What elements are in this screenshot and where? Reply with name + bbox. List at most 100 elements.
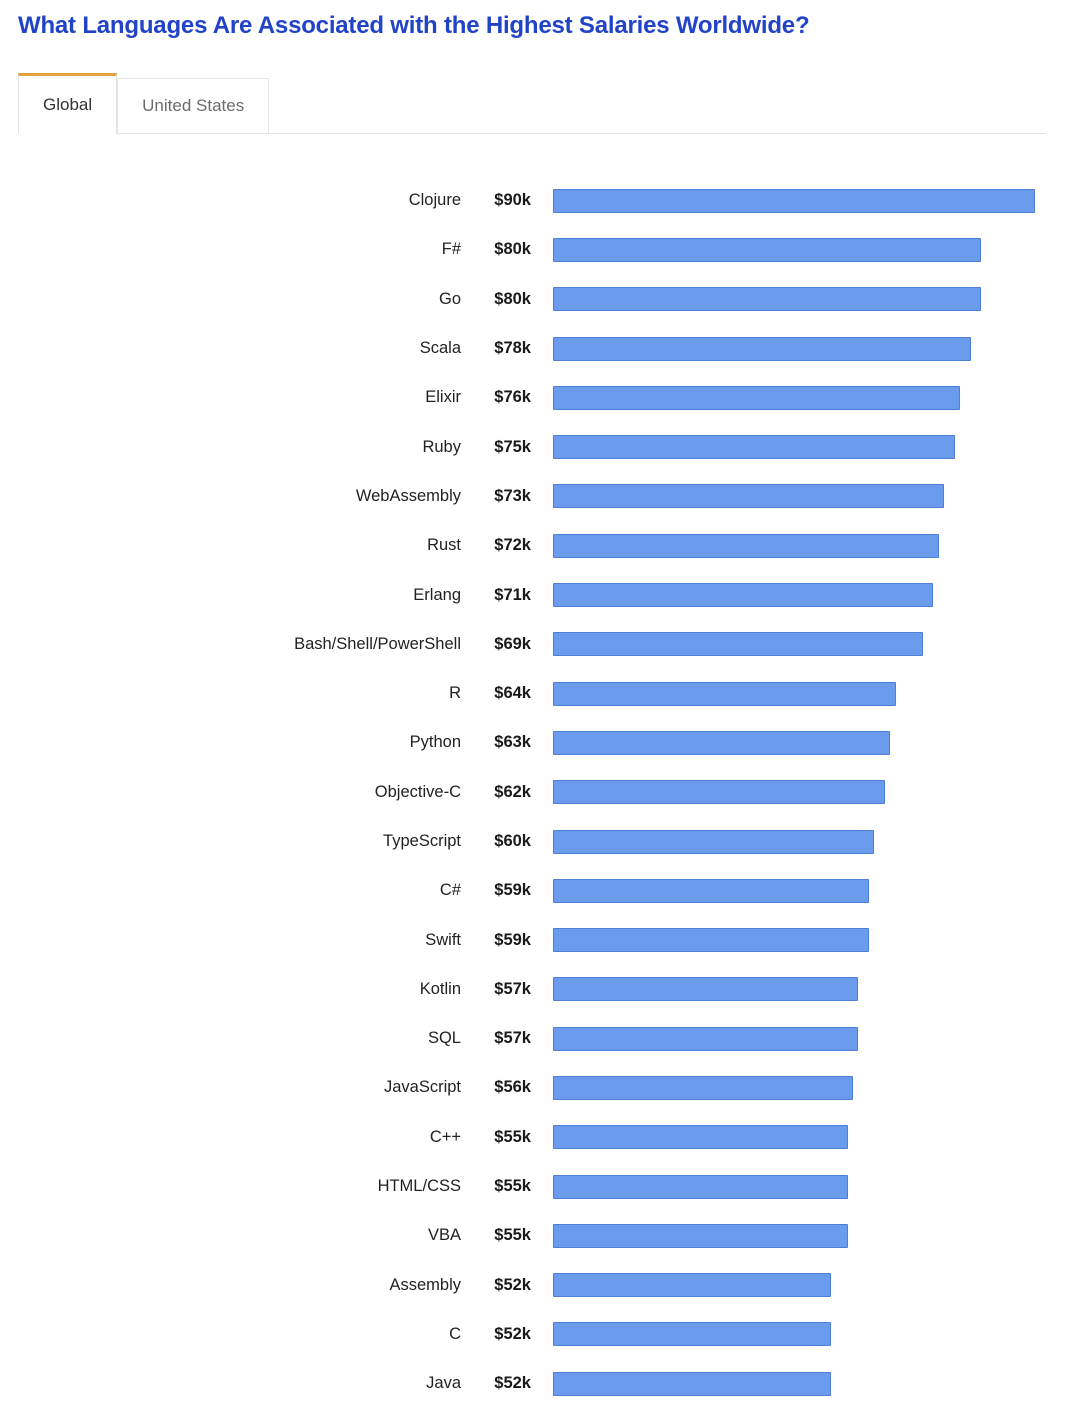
bar[interactable]: [553, 1174, 848, 1199]
category-label: C#: [439, 881, 461, 900]
bar[interactable]: [553, 237, 982, 262]
bar-track: [553, 730, 1080, 755]
bar[interactable]: [553, 1223, 848, 1248]
value-label: $55k: [494, 1226, 531, 1245]
category-label: Python: [409, 733, 461, 752]
bar[interactable]: [553, 829, 875, 854]
category-label: Scala: [419, 339, 461, 358]
chart-row: Elixir $76k: [0, 373, 1080, 422]
chart-row: HTML/CSS $55k: [0, 1162, 1080, 1211]
bar[interactable]: [553, 287, 982, 312]
category-label: TypeScript: [383, 832, 461, 850]
chart-row: C++ $55k: [0, 1113, 1080, 1162]
bar-track: [553, 1371, 1080, 1396]
bar-track: [553, 435, 1080, 460]
bar[interactable]: [553, 780, 886, 805]
chart-row: Assembly $52k: [0, 1261, 1080, 1310]
bar-track: [553, 1026, 1080, 1051]
bar[interactable]: [553, 878, 869, 903]
chart-row: C $52k: [0, 1310, 1080, 1359]
chart-row: Ruby $75k: [0, 422, 1080, 471]
chart-row: Rust $72k: [0, 521, 1080, 570]
chart-row: WebAssembly $73k: [0, 472, 1080, 521]
bar-track: [553, 780, 1080, 805]
chart-row: TypeScript $60k: [0, 817, 1080, 866]
category-label: Bash/Shell/PowerShell: [294, 634, 461, 653]
category-label: C: [449, 1324, 461, 1343]
value-label: $80k: [494, 289, 531, 308]
category-label: R: [449, 684, 461, 703]
bar[interactable]: [553, 1273, 832, 1298]
value-label: $52k: [494, 1275, 531, 1294]
bar[interactable]: [553, 188, 1035, 213]
value-label: $76k: [494, 388, 531, 407]
value-label: $56k: [494, 1078, 531, 1097]
bar[interactable]: [553, 928, 869, 953]
category-label: Objective-C: [374, 782, 461, 801]
bar-track: [553, 829, 1080, 854]
chart-row: Kotlin $57k: [0, 965, 1080, 1014]
bar-track: [553, 1273, 1080, 1298]
value-label: $73k: [494, 486, 531, 505]
bar-track: [553, 583, 1080, 608]
chart-row: Java $52k: [0, 1359, 1080, 1408]
bar-track: [553, 188, 1080, 213]
bar[interactable]: [553, 730, 891, 755]
value-label: $55k: [494, 1177, 531, 1196]
bar-track: [553, 1075, 1080, 1100]
bar[interactable]: [553, 336, 971, 361]
value-label: $57k: [494, 1029, 531, 1048]
bar-track: [553, 681, 1080, 706]
chart-row: R $64k: [0, 669, 1080, 718]
category-label: Assembly: [389, 1275, 461, 1294]
value-label: $52k: [494, 1374, 531, 1393]
tab-united-states-label: United States: [142, 96, 245, 115]
salary-bar-chart: Clojure $90k F# $80k Go $80k Scala $78k Elixir $7…: [0, 176, 1080, 1408]
tab-global[interactable]: Global: [18, 73, 118, 134]
value-label: $64k: [494, 684, 531, 703]
tab-united-states[interactable]: United States: [117, 78, 270, 133]
category-label: Swift: [425, 930, 461, 949]
value-label: $52k: [494, 1324, 531, 1343]
page-title: What Languages Are Associated with the H…: [18, 12, 810, 39]
bar[interactable]: [553, 385, 961, 410]
bar[interactable]: [553, 533, 939, 558]
bar-track: [553, 533, 1080, 558]
bar[interactable]: [553, 632, 923, 657]
value-label: $57k: [494, 979, 531, 998]
bar-track: [553, 385, 1080, 410]
bar-track: [553, 928, 1080, 953]
bar[interactable]: [553, 1026, 859, 1051]
chart-row: Scala $78k: [0, 324, 1080, 373]
bar[interactable]: [553, 1125, 848, 1150]
category-label: Erlang: [413, 585, 461, 604]
bar[interactable]: [553, 435, 955, 460]
chart-row: Swift $59k: [0, 915, 1080, 964]
value-label: $59k: [494, 881, 531, 900]
bar[interactable]: [553, 1371, 832, 1396]
chart-row: Go $80k: [0, 275, 1080, 324]
chart-row: JavaScript $56k: [0, 1063, 1080, 1112]
value-label: $75k: [494, 437, 531, 456]
bar[interactable]: [553, 1322, 832, 1347]
value-label: $60k: [494, 832, 531, 850]
category-label: Ruby: [422, 437, 461, 456]
bar[interactable]: [553, 681, 896, 706]
bar-track: [553, 1174, 1080, 1199]
bar[interactable]: [553, 484, 944, 509]
category-label: Kotlin: [419, 979, 461, 998]
category-label: Java: [426, 1374, 461, 1393]
value-label: $55k: [494, 1127, 531, 1146]
bar[interactable]: [553, 977, 859, 1002]
bar-track: [553, 1125, 1080, 1150]
chart-row: C# $59k: [0, 866, 1080, 915]
bar[interactable]: [553, 583, 934, 608]
bar-track: [553, 287, 1080, 312]
category-label: HTML/CSS: [377, 1177, 461, 1196]
bar-track: [553, 484, 1080, 509]
category-label: C++: [429, 1127, 461, 1146]
category-label: F#: [441, 240, 461, 259]
value-label: $90k: [494, 191, 531, 210]
bar[interactable]: [553, 1075, 853, 1100]
chart-row: Objective-C $62k: [0, 768, 1080, 817]
